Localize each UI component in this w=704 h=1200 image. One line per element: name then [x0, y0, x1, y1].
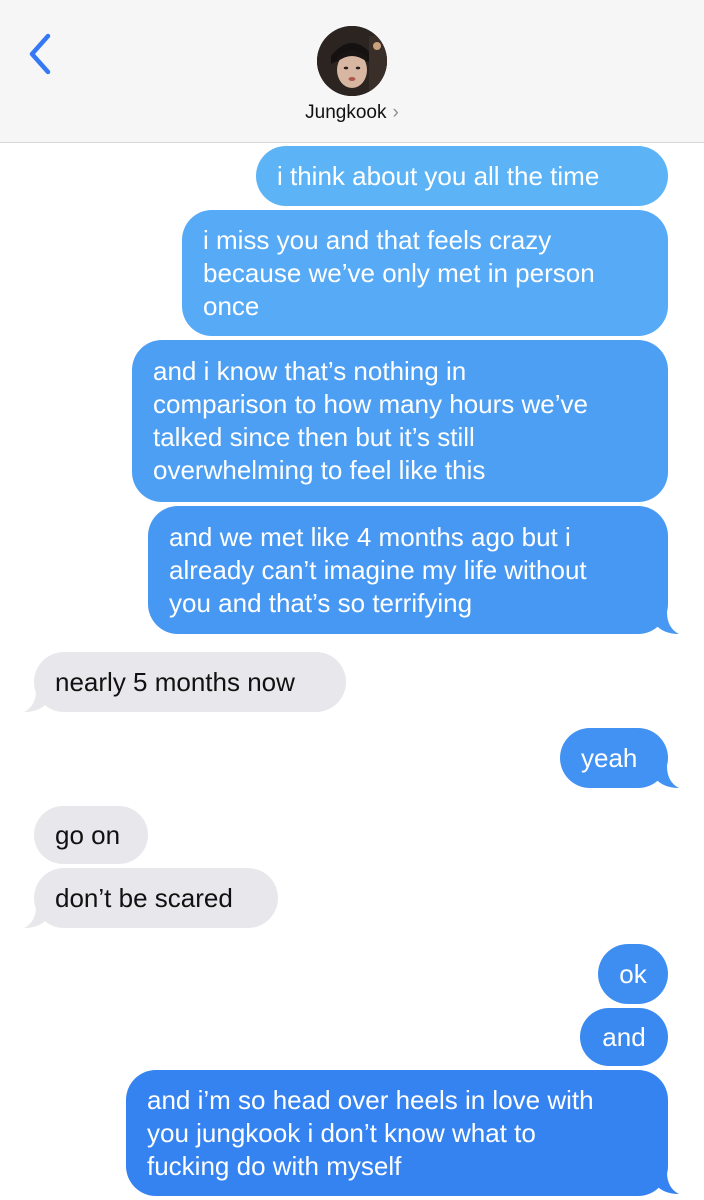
- message-text: nearly 5 months now: [55, 666, 295, 697]
- bubble-tail: [655, 766, 679, 788]
- message-text: don’t be scared: [55, 882, 233, 913]
- message-bubble-received[interactable]: go on: [34, 806, 148, 864]
- message-text: and i know that’s nothing in comparison …: [153, 356, 588, 485]
- message-bubble-sent[interactable]: i think about you all the time: [256, 146, 668, 206]
- contact-name-button[interactable]: Jungkook ›: [0, 102, 704, 130]
- message-bubble-sent[interactable]: and: [580, 1008, 668, 1066]
- message-text: ok: [619, 958, 647, 989]
- message-text: yeah: [581, 742, 638, 773]
- bubble-tail: [24, 906, 48, 928]
- message-text: go on: [55, 819, 121, 850]
- avatar-photo: [317, 26, 387, 96]
- message-text: i think about you all the time: [277, 160, 600, 191]
- back-button[interactable]: [26, 32, 56, 76]
- contact-avatar[interactable]: [317, 26, 387, 96]
- bubble-tail: [24, 690, 48, 712]
- conversation-header: Jungkook ›: [0, 0, 704, 143]
- message-text: i miss you and that feels crazy because …: [203, 224, 595, 321]
- message-bubble-sent[interactable]: ok: [598, 944, 668, 1004]
- message-text: and we met like 4 months ago but i alrea…: [169, 521, 587, 618]
- bubble-tail: [655, 612, 679, 634]
- chevron-right-icon: ›: [392, 102, 399, 123]
- message-bubble-sent[interactable]: yeah: [560, 728, 668, 788]
- contact-name: Jungkook: [305, 102, 387, 123]
- message-bubble-received[interactable]: don’t be scared: [34, 868, 278, 928]
- message-text: and i’m so head over heels in love with …: [147, 1084, 594, 1181]
- message-text: and: [602, 1021, 646, 1052]
- bubble-tail: [655, 1172, 679, 1194]
- message-bubble-sent[interactable]: and we met like 4 months ago but i alrea…: [148, 506, 668, 634]
- message-bubble-sent[interactable]: and i’m so head over heels in love with …: [126, 1070, 668, 1196]
- chevron-left-icon: [29, 33, 51, 75]
- message-bubble-received[interactable]: nearly 5 months now: [34, 652, 346, 712]
- message-bubble-sent[interactable]: and i know that’s nothing in comparison …: [132, 340, 668, 502]
- message-bubble-sent[interactable]: i miss you and that feels crazy because …: [182, 210, 668, 336]
